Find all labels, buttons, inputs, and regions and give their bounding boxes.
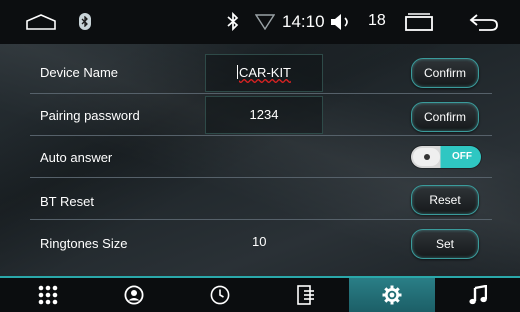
pairing-password-field[interactable]: 1234 <box>205 96 323 134</box>
back-icon[interactable] <box>469 13 499 31</box>
auto-answer-row: Auto answer OFF <box>30 136 492 178</box>
pairing-password-label: Pairing password <box>40 108 140 123</box>
bluetooth-badge-icon <box>79 13 91 30</box>
bt-reset-label: BT Reset <box>40 194 94 209</box>
contacts-icon <box>124 285 144 305</box>
settings-icon <box>382 285 402 305</box>
nav-tab-apps[interactable] <box>5 278 91 312</box>
apps-grid-icon <box>38 285 58 305</box>
device-name-field[interactable]: CAR-KIT <box>205 54 323 92</box>
bottom-navigation <box>0 276 520 312</box>
toggle-knob <box>413 148 440 166</box>
bluetooth-settings-screen: 14:10 18 Device Name CAR-KIT Confirm Pai… <box>0 0 520 312</box>
nav-tab-call-history[interactable] <box>177 278 263 312</box>
nav-tab-settings[interactable] <box>349 278 435 312</box>
auto-answer-toggle[interactable]: OFF <box>411 146 481 168</box>
bt-reset-button[interactable]: Reset <box>411 185 479 215</box>
nav-tab-dialpad[interactable] <box>263 278 349 312</box>
bt-reset-row: BT Reset Reset <box>30 178 492 220</box>
ringtones-size-set-button[interactable]: Set <box>411 229 479 259</box>
call-history-icon <box>210 285 230 305</box>
ringtones-size-value: 10 <box>252 234 267 249</box>
device-name-row: Device Name CAR-KIT Confirm <box>30 52 492 94</box>
pairing-password-confirm-button[interactable]: Confirm <box>411 102 479 132</box>
ringtones-size-label: Ringtones Size <box>40 236 128 251</box>
nav-tab-music[interactable] <box>435 278 520 312</box>
toggle-state-text: OFF <box>452 151 472 162</box>
auto-answer-label: Auto answer <box>40 150 113 165</box>
status-bar: 14:10 18 <box>0 0 520 44</box>
device-name-confirm-button[interactable]: Confirm <box>411 58 479 88</box>
volume-level: 18 <box>368 12 386 29</box>
volume-icon[interactable] <box>330 14 356 30</box>
signal-icon <box>255 14 275 30</box>
nav-tab-contacts[interactable] <box>91 278 177 312</box>
home-icon[interactable] <box>26 14 56 30</box>
ringtones-size-row: Ringtones Size 10 Set <box>30 220 492 262</box>
text-caret <box>237 65 238 79</box>
music-icon <box>469 285 487 305</box>
device-name-value: CAR-KIT <box>239 65 291 80</box>
recent-apps-icon[interactable] <box>404 13 434 31</box>
dialpad-icon <box>297 285 314 305</box>
clock-time: 14:10 <box>282 12 325 31</box>
pairing-password-value: 1234 <box>249 107 279 122</box>
pairing-password-row: Pairing password 1234 Confirm <box>30 94 492 136</box>
device-name-label: Device Name <box>40 65 119 80</box>
bluetooth-icon <box>227 12 239 31</box>
